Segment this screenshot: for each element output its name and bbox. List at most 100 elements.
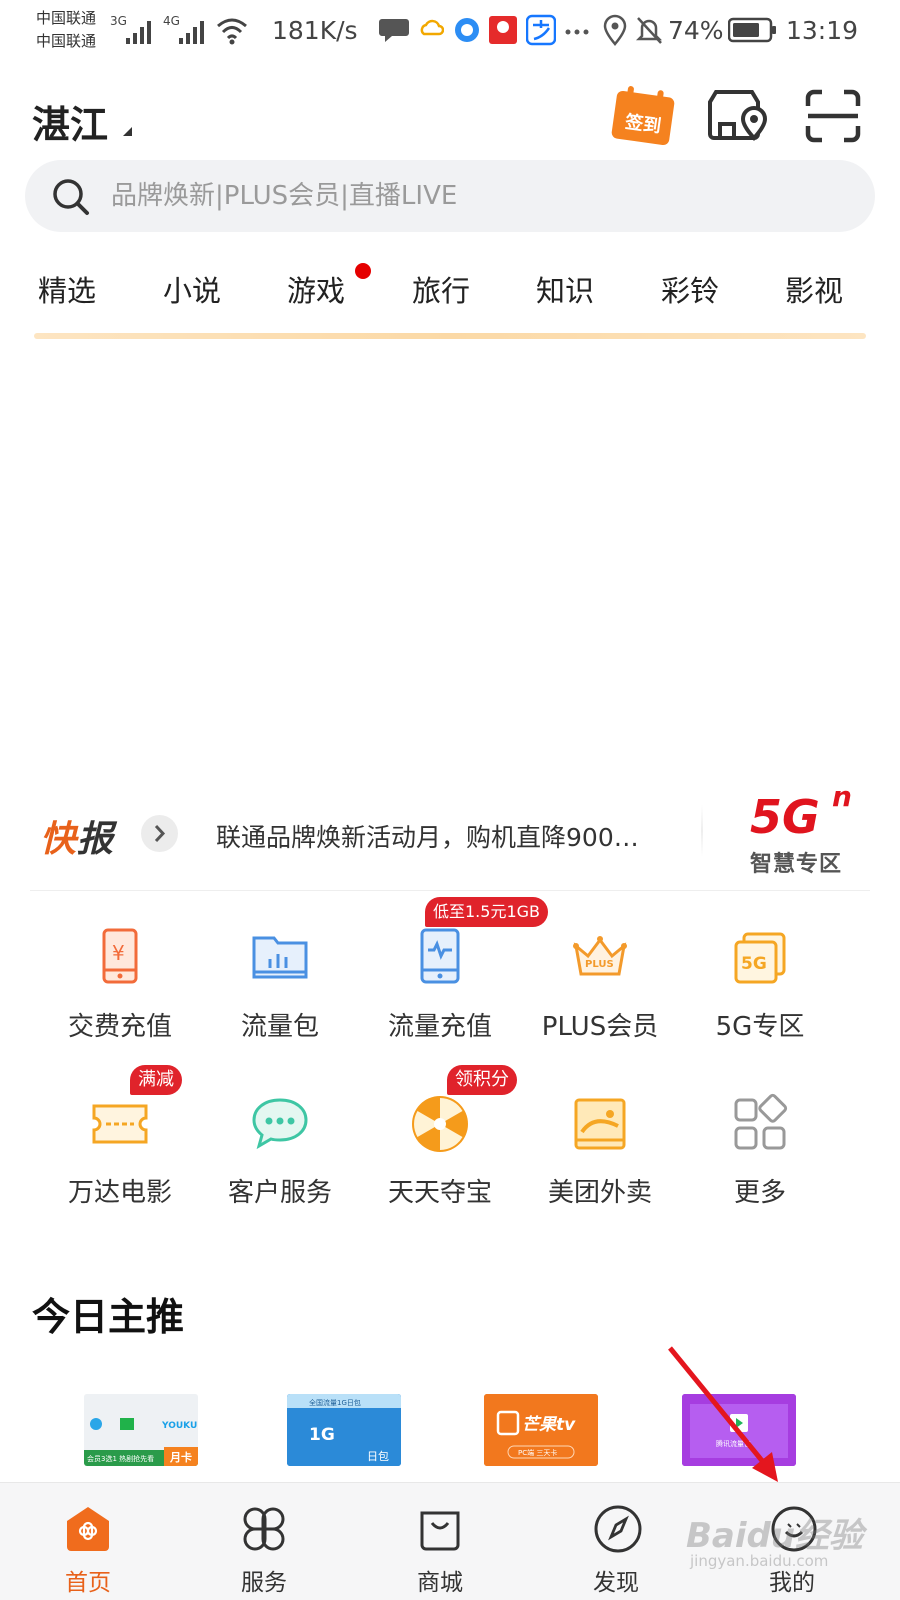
divider [701, 805, 703, 857]
grid-item-meituan[interactable]: 美团外卖 [518, 1092, 682, 1242]
5g-zone-icon: 5G [734, 932, 786, 984]
svg-text:3G: 3G [110, 14, 127, 28]
location-icon [603, 14, 627, 46]
grid-item-plus-member[interactable]: PLUS PLUS会员 [518, 926, 682, 1076]
grid-item-data-recharge[interactable]: 流量充值 [358, 926, 522, 1076]
grid-label: 流量包 [240, 1012, 319, 1042]
scan-icon[interactable] [804, 88, 872, 152]
status-bar: 中国联通 中国联通 3G 4G 181K/s 74% 13:19 [0, 0, 900, 62]
grid-item-more[interactable]: 更多 [678, 1092, 842, 1242]
news-headline[interactable]: 联通品牌焕新活动月，购机直降900… [216, 818, 678, 854]
store-location-icon[interactable] [706, 88, 774, 152]
home-icon [67, 1507, 109, 1551]
notification-dot [355, 263, 371, 279]
tab-novels[interactable]: 小说 [163, 268, 221, 310]
5g-smart-zone[interactable]: 5G n 智慧专区 [750, 780, 860, 877]
carrier-2: 中国联通 [36, 32, 97, 50]
grid-item-payment[interactable]: ¥ 交费充值 [38, 926, 202, 1076]
category-tabs: 精选 小说 游戏 旅行 知识 彩铃 影视 [0, 268, 900, 318]
signal-3g-icon: 3G [110, 14, 151, 44]
section-title: 今日主推 [32, 1295, 185, 1339]
annotation-arrow [668, 1346, 778, 1482]
tab-ringtones[interactable]: 彩铃 [661, 268, 719, 310]
search-bar[interactable] [25, 160, 875, 232]
tab-services[interactable]: 服务 [204, 1483, 324, 1600]
mute-icon [635, 17, 663, 44]
svg-text:PLUS: PLUS [585, 959, 614, 970]
tab-games[interactable]: 游戏 [287, 268, 345, 310]
svg-text:月卡: 月卡 [169, 1450, 192, 1464]
tab-home[interactable]: 首页 [28, 1483, 148, 1600]
grid-label: 万达电影 [67, 1178, 172, 1208]
wifi-icon [217, 18, 247, 45]
tab-discover[interactable]: 发现 [556, 1483, 676, 1600]
svg-text:5G: 5G [741, 954, 767, 974]
alipay-icon [526, 14, 556, 46]
clock: 13:19 [786, 16, 859, 45]
svg-text:芒果tv: 芒果tv [522, 1415, 576, 1435]
tab-label: 服务 [241, 1570, 287, 1596]
svg-text:¥: ¥ [112, 941, 125, 965]
services-icon [243, 1507, 285, 1551]
data-package-icon [252, 936, 308, 979]
grid-label: 交费充值 [67, 1012, 172, 1042]
crown-icon: PLUS [573, 936, 627, 976]
grid-item-data-package[interactable]: 流量包 [198, 926, 362, 1076]
grid-item-customer-service[interactable]: 客户服务 [198, 1092, 362, 1242]
message-icon [379, 19, 409, 42]
grid-item-daily-treasure[interactable]: 天天夺宝 [358, 1092, 522, 1242]
city-dropdown-caret-icon[interactable] [123, 127, 132, 136]
svg-text:1G: 1G [309, 1425, 335, 1445]
tab-featured[interactable]: 精选 [38, 268, 96, 310]
grid-item-wanda-movie[interactable]: 万达电影 [38, 1092, 202, 1242]
news-title: 快报 [40, 819, 115, 860]
sign-in-icon[interactable]: 签到 [610, 84, 678, 148]
video-bundle-card[interactable]: YOUKU 会员3选1 热剧抢先看 月卡 [84, 1394, 198, 1466]
wheel-icon [412, 1096, 468, 1152]
more-dots-icon [565, 29, 589, 35]
grid-item-5g-zone[interactable]: 5G 5G专区 [678, 926, 842, 1076]
tab-label: 首页 [65, 1570, 111, 1596]
search-input[interactable] [111, 170, 831, 222]
tab-knowledge[interactable]: 知识 [536, 268, 594, 310]
tab-travel[interactable]: 旅行 [412, 268, 470, 310]
tab-shop[interactable]: 商城 [380, 1483, 500, 1600]
carrier-1: 中国联通 [36, 9, 97, 27]
tab-label: 商城 [417, 1570, 463, 1596]
chat-icon [252, 1098, 308, 1150]
grid-label: 5G专区 [715, 1012, 805, 1042]
svg-text:4G: 4G [163, 14, 180, 28]
promo-badge: 低至1.5元1GB [425, 897, 549, 927]
city-selector[interactable]: 湛江 [32, 94, 108, 149]
shop-bag-icon [420, 1511, 460, 1551]
signal-4g-icon: 4G [163, 14, 204, 44]
meituan-icon [574, 1098, 626, 1150]
tab-video[interactable]: 影视 [785, 268, 843, 310]
cloud-icon [420, 19, 444, 36]
battery-icon [728, 17, 776, 43]
payment-phone-icon: ¥ [102, 928, 138, 984]
carrier-labels: 中国联通 中国联通 [36, 7, 96, 53]
browser-icon [455, 18, 479, 42]
app-icon [489, 16, 517, 44]
compass-icon [594, 1505, 642, 1553]
more-grid-icon [734, 1093, 788, 1150]
network-speed: 181K/s [272, 16, 358, 45]
svg-text:会员3选1 热剧抢先看: 会员3选1 热剧抢先看 [87, 1454, 154, 1463]
search-icon[interactable] [51, 177, 91, 217]
grid-label: PLUS会员 [541, 1012, 659, 1042]
mango-tv-card[interactable]: 芒果tv PC端 三天卡 [484, 1394, 598, 1466]
battery-percent: 74% [668, 16, 724, 45]
data-recharge-icon [420, 928, 460, 984]
promo-badge: 领积分 [447, 1065, 517, 1095]
svg-text:YOUKU: YOUKU [161, 1421, 197, 1431]
banner-top-edge [34, 333, 866, 339]
tab-label: 发现 [593, 1570, 639, 1596]
chevron-right-icon[interactable] [141, 815, 178, 852]
watermark: Baidu经验 [686, 1516, 864, 1556]
svg-text:PC端 三天卡: PC端 三天卡 [518, 1448, 557, 1457]
data-1g-card[interactable]: 全国流量1G日包 1G 日包 [287, 1394, 401, 1466]
grid-label: 流量充值 [387, 1012, 492, 1042]
section-divider [30, 890, 870, 891]
ticket-icon [92, 1104, 148, 1144]
